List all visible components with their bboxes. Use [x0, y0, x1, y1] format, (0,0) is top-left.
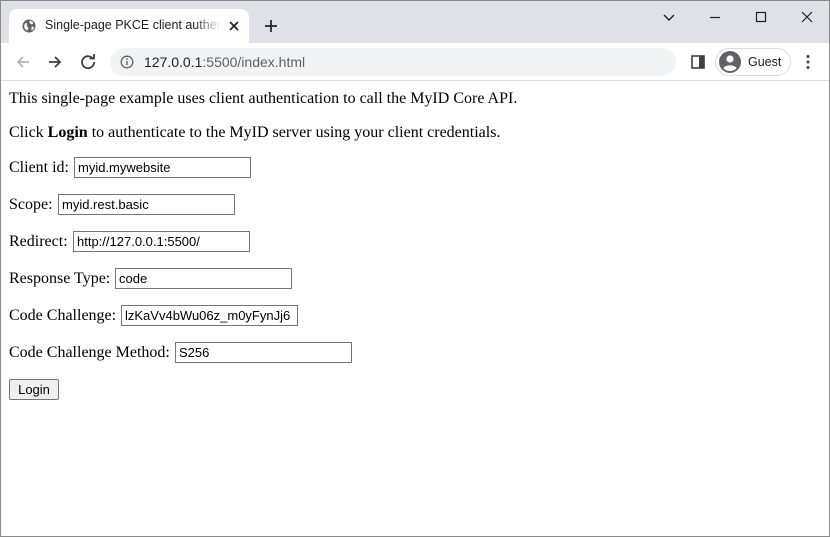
login-button[interactable]: Login	[9, 379, 59, 400]
instructions-suffix: to authenticate to the MyID server using…	[87, 124, 501, 141]
globe-icon	[22, 19, 36, 33]
address-bar[interactable]: 127.0.0.1:5500/index.html	[110, 48, 676, 76]
tab-title: Single-page PKCE client authentication	[45, 18, 221, 32]
browser-tab[interactable]: Single-page PKCE client authentication	[9, 9, 249, 43]
response-type-label: Response Type:	[9, 270, 111, 287]
scope-input[interactable]	[58, 194, 235, 215]
chevron-down-icon[interactable]	[661, 9, 677, 25]
code-challenge-label: Code Challenge:	[9, 307, 117, 324]
response-type-input[interactable]	[115, 268, 292, 289]
profile-name: Guest	[748, 55, 782, 69]
person-icon	[719, 51, 741, 73]
code-challenge-method-label: Code Challenge Method:	[9, 344, 170, 361]
minimize-icon[interactable]	[707, 9, 723, 25]
tab-strip: Single-page PKCE client authentication	[1, 1, 829, 43]
profile-button[interactable]: Guest	[715, 48, 791, 76]
maximize-icon[interactable]	[753, 9, 769, 25]
redirect-label: Redirect:	[9, 233, 68, 250]
arrow-right-icon[interactable]	[46, 53, 64, 71]
kebab-menu-icon[interactable]	[805, 54, 811, 70]
client-id-input[interactable]	[74, 157, 251, 178]
instructions-text: Click Login to authenticate to the MyID …	[9, 124, 500, 142]
instructions-prefix: Click	[9, 124, 48, 141]
plus-icon[interactable]	[263, 18, 279, 34]
code-challenge-input[interactable]	[121, 305, 298, 326]
url-host: 127.0.0.1	[144, 54, 203, 70]
side-panel-icon[interactable]	[690, 54, 706, 70]
url-text: 127.0.0.1:5500/index.html	[144, 54, 305, 70]
close-icon[interactable]	[227, 19, 241, 33]
page-content: This single-page example uses client aut…	[1, 82, 829, 536]
client-id-label: Client id:	[9, 159, 69, 176]
redirect-input[interactable]	[73, 231, 250, 252]
toolbar: 127.0.0.1:5500/index.html Guest	[1, 43, 829, 81]
browser-window: Single-page PKCE client authentication	[0, 0, 830, 537]
info-icon[interactable]	[120, 55, 134, 69]
arrow-left-icon[interactable]	[14, 53, 32, 71]
code-challenge-method-input[interactable]	[175, 342, 352, 363]
url-path: :5500/index.html	[202, 54, 306, 70]
window-close-icon[interactable]	[799, 9, 815, 25]
instructions-login-word: Login	[47, 124, 88, 141]
scope-label: Scope:	[9, 196, 53, 213]
reload-icon[interactable]	[79, 53, 97, 71]
intro-text: This single-page example uses client aut…	[9, 90, 518, 107]
